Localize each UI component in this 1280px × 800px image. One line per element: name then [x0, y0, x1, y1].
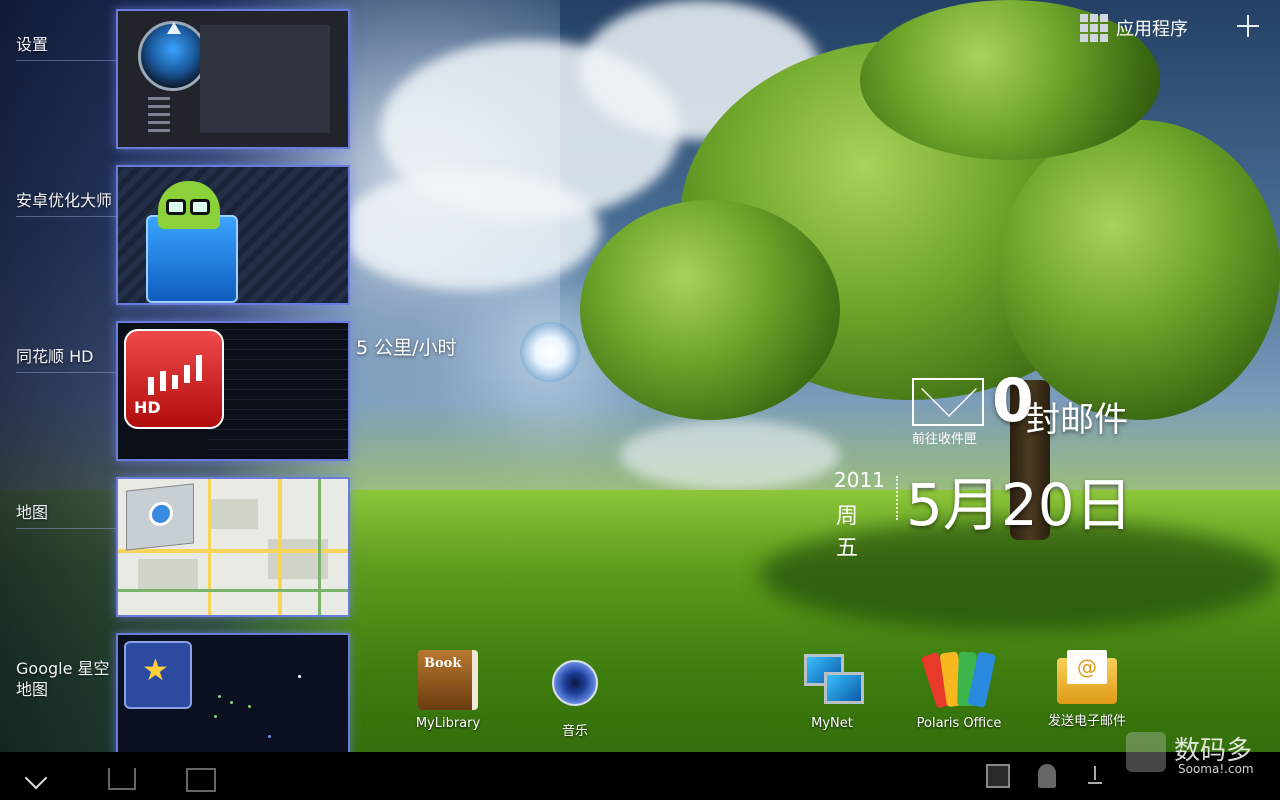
dock-item-polaris-office[interactable]: Polaris Office — [904, 650, 1014, 731]
tree-canopy — [580, 200, 840, 420]
year-text: 2011 — [834, 468, 885, 492]
recent-app-label: 安卓优化大师 — [16, 191, 113, 210]
screenshot-icon[interactable] — [986, 764, 1010, 788]
dock-label: 音乐 — [561, 724, 588, 739]
stock-app-icon: HD — [124, 329, 224, 429]
recent-app-label: 地图 — [16, 503, 49, 522]
weekday-text: 周五 — [836, 504, 859, 561]
recent-app-stock[interactable]: HD — [116, 321, 350, 461]
recent-app-optimizer[interactable] — [116, 165, 350, 305]
envelope-icon — [912, 378, 984, 426]
polaris-office-icon — [920, 650, 997, 710]
apps-label: 应用程序 — [1116, 19, 1188, 40]
recent-app-label: 设置 — [16, 35, 49, 54]
recent-app-label: 同花顺 HD — [16, 347, 94, 366]
apps-grid-icon — [1080, 14, 1108, 42]
sky-map-app-icon — [124, 641, 192, 709]
wind-speed-text: 5 公里/小时 — [356, 337, 457, 359]
watermark-logo-icon — [1126, 732, 1166, 772]
home-icon[interactable] — [108, 768, 136, 790]
date-separator — [896, 476, 900, 520]
tree-canopy — [1000, 120, 1280, 420]
android-notification-icon[interactable] — [1038, 764, 1056, 788]
mail-count-unit: 封邮件 — [1026, 400, 1128, 440]
watermark-en: Sooma!.com — [1178, 762, 1254, 776]
recent-app-label: Google 星空 地图 — [16, 659, 110, 699]
apps-button[interactable]: 应用程序 — [1080, 14, 1188, 42]
watermark: 数码多 Sooma!.com — [1122, 730, 1272, 778]
divider — [16, 60, 116, 61]
cloud — [620, 420, 840, 490]
dock-label: Polaris Office — [916, 716, 1002, 731]
cloud — [340, 170, 600, 290]
email-icon: @ — [1057, 650, 1117, 704]
add-icon[interactable] — [1234, 12, 1262, 40]
system-bar — [0, 752, 1280, 800]
dock-label: MyNet — [811, 716, 853, 731]
divider — [16, 216, 116, 217]
dock-label: 发送电子邮件 — [1047, 714, 1126, 729]
download-icon[interactable] — [1086, 764, 1104, 788]
dock-item-send-email[interactable]: @ 发送电子邮件 — [1032, 650, 1142, 729]
recent-app-maps[interactable] — [116, 477, 350, 617]
dock-label: MyLibrary — [415, 716, 481, 731]
dock-item-music[interactable]: 音乐 — [520, 650, 630, 739]
recent-app-settings[interactable] — [116, 9, 350, 149]
date-text: 5月20日 — [906, 471, 1133, 539]
settings-app-icon — [138, 21, 208, 91]
collapse-chevron-icon[interactable] — [24, 766, 48, 790]
divider — [16, 372, 116, 373]
go-to-inbox-link[interactable]: 前往收件匣 — [912, 428, 977, 447]
android-robot-icon — [158, 181, 220, 229]
mynet-icon — [802, 650, 864, 710]
music-icon — [552, 660, 598, 706]
stock-chart-preview — [208, 323, 348, 459]
dock-item-mylibrary[interactable]: Book MyLibrary — [393, 650, 503, 731]
maps-app-icon — [126, 483, 194, 551]
divider — [16, 528, 116, 529]
recent-apps-icon[interactable] — [186, 768, 216, 792]
settings-preview-pane — [200, 25, 330, 133]
sun — [520, 322, 580, 382]
dock-item-mynet[interactable]: MyNet — [777, 650, 887, 731]
book-icon: Book — [418, 650, 478, 710]
